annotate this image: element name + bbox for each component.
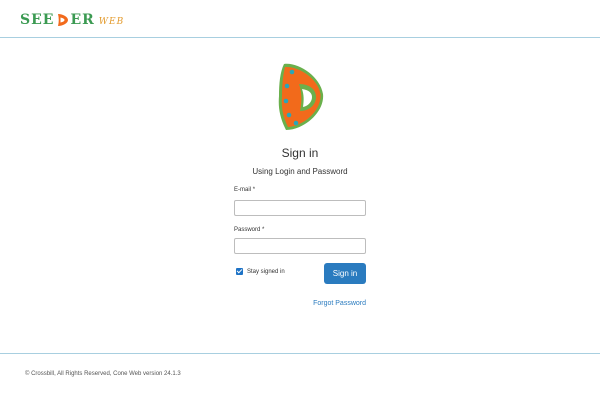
footer-divider (0, 353, 600, 354)
password-label-text: Password (234, 227, 261, 233)
stay-signed-in-checkbox[interactable]: Stay signed in (236, 268, 285, 275)
brand-text-right: ER (70, 12, 95, 28)
brand-subtitle: WEB (98, 17, 125, 27)
forgot-password-link[interactable]: Forgot Password (306, 300, 366, 307)
password-field[interactable] (234, 238, 366, 254)
page-subtitle: Using Login and Password (252, 167, 348, 176)
password-required-mark: * (262, 227, 265, 233)
email-label: E-mail * (234, 187, 255, 193)
top-bar: SEE ER WEB (0, 0, 600, 38)
footer-copyright: © Crossbill, All Rights Reserved, Cone W… (25, 371, 181, 377)
email-label-text: E-mail (234, 187, 252, 193)
page-title: Sign in (281, 146, 319, 160)
brand-logo[interactable]: SEE ER WEB (20, 10, 124, 30)
seeder-brand-mark-icon (58, 14, 69, 26)
sign-in-button[interactable]: Sign in (324, 263, 366, 284)
check-icon[interactable] (236, 268, 243, 275)
email-field[interactable] (234, 200, 366, 216)
seeder-logo-icon (278, 63, 324, 130)
stay-signed-in-label: Stay signed in (247, 268, 285, 275)
brand-text-left: SEE (20, 12, 55, 28)
email-required-mark: * (252, 187, 256, 193)
password-label: Password * (234, 227, 264, 233)
